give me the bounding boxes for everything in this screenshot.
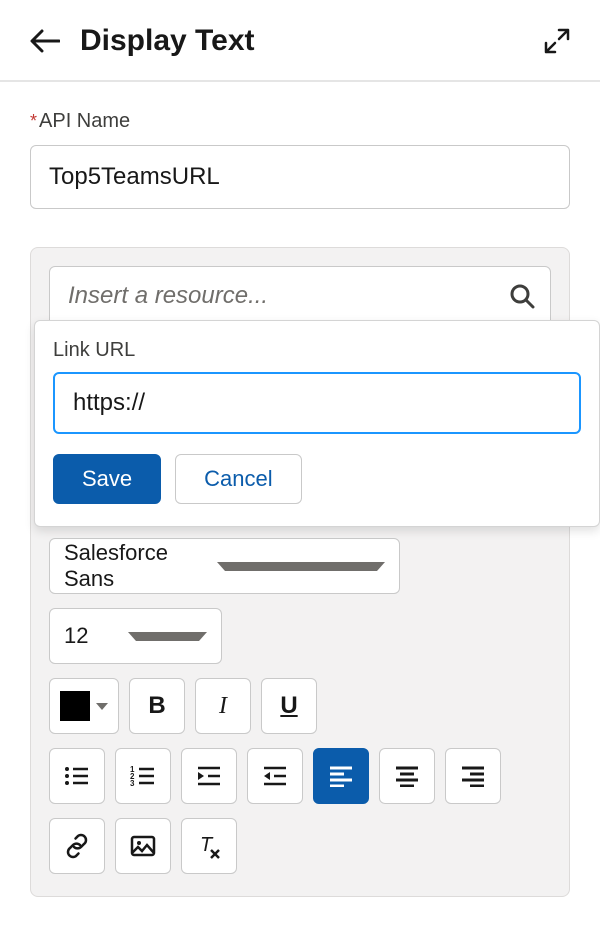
api-name-label: *API Name: [30, 110, 570, 133]
svg-text:T: T: [200, 834, 214, 856]
api-name-input[interactable]: [30, 145, 570, 209]
underline-button[interactable]: U: [261, 678, 317, 734]
color-swatch-icon: [60, 691, 90, 721]
header-left: Display Text: [30, 24, 255, 58]
italic-button[interactable]: I: [195, 678, 251, 734]
link-button[interactable]: [49, 818, 105, 874]
svg-text:3: 3: [130, 779, 135, 787]
align-right-icon: [460, 765, 486, 787]
toolbar: Salesforce Sans 12 B I U: [49, 538, 551, 874]
font-family-label: Salesforce Sans: [64, 540, 217, 592]
insert-resource-input[interactable]: [49, 266, 551, 326]
clear-format-icon: T: [196, 833, 222, 859]
numbered-list-icon: 123: [130, 765, 156, 787]
page-title: Display Text: [80, 24, 255, 58]
link-url-popover: Link URL Save Cancel: [34, 320, 600, 527]
popover-actions: Save Cancel: [53, 454, 581, 504]
bullet-list-icon: [64, 765, 90, 787]
align-center-icon: [394, 765, 420, 787]
align-left-button[interactable]: [313, 748, 369, 804]
link-icon: [64, 833, 90, 859]
align-right-button[interactable]: [445, 748, 501, 804]
header: Display Text: [0, 0, 600, 82]
expand-button[interactable]: [544, 28, 570, 54]
align-center-button[interactable]: [379, 748, 435, 804]
outdent-button[interactable]: [247, 748, 303, 804]
bullet-list-button[interactable]: [49, 748, 105, 804]
cancel-button[interactable]: Cancel: [175, 454, 301, 504]
back-arrow-icon: [30, 29, 60, 53]
chevron-down-icon: [217, 562, 386, 571]
link-url-input[interactable]: [53, 372, 581, 434]
clear-format-button[interactable]: T: [181, 818, 237, 874]
image-icon: [130, 835, 156, 857]
outdent-icon: [262, 765, 288, 787]
font-size-label: 12: [64, 623, 128, 649]
search-icon: [509, 283, 535, 309]
font-family-select[interactable]: Salesforce Sans: [49, 538, 400, 594]
align-left-icon: [328, 765, 354, 787]
indent-button[interactable]: [181, 748, 237, 804]
save-button[interactable]: Save: [53, 454, 161, 504]
expand-icon: [544, 28, 570, 54]
chevron-down-icon: [128, 632, 208, 641]
indent-icon: [196, 765, 222, 787]
bold-button[interactable]: B: [129, 678, 185, 734]
image-button[interactable]: [115, 818, 171, 874]
numbered-list-button[interactable]: 123: [115, 748, 171, 804]
link-url-label: Link URL: [53, 339, 581, 362]
resource-field: [49, 266, 551, 326]
chevron-down-icon: [96, 703, 108, 710]
back-button[interactable]: [30, 29, 60, 53]
text-color-button[interactable]: [49, 678, 119, 734]
font-size-select[interactable]: 12: [49, 608, 222, 664]
